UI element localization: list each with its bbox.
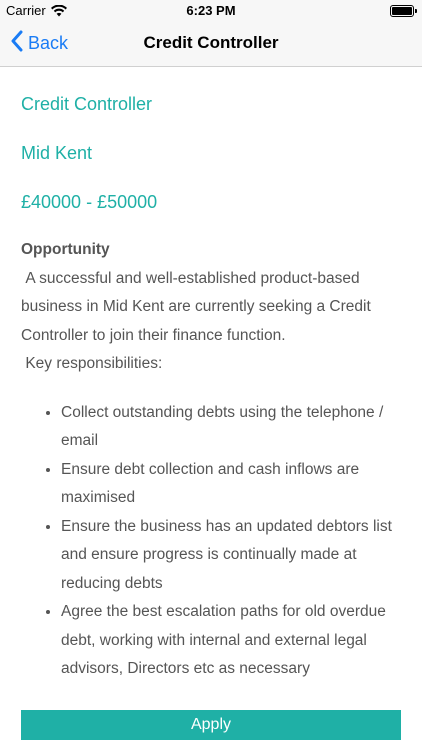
list-item: Agree the best escalation paths for old … [61,598,401,684]
list-item: Ensure debt collection and cash inflows … [61,456,401,513]
opportunity-heading: Opportunity [21,241,110,258]
job-location: Mid Kent [21,143,93,163]
job-title: Credit Controller [21,94,153,114]
job-salary: £40000 - £50000 [21,192,158,212]
list-item: Collect outstanding debts using the tele… [61,399,401,456]
apply-button[interactable]: Apply [21,710,401,740]
page-title: Credit Controller [143,33,279,52]
navigation-bar: Back Credit Controller [0,20,422,67]
job-detail-content[interactable]: Credit Controller Mid Kent £40000 - £500… [21,66,401,690]
job-description: Opportunity A successful and well-establ… [21,236,401,684]
battery-icon [390,5,417,17]
status-time: 6:23 PM [186,3,236,18]
status-bar: Carrier 6:23 PM [0,0,422,20]
responsibilities-list: Collect outstanding debts using the tele… [21,399,401,684]
responsibilities-heading: Key responsibilities: [21,355,163,372]
intro-paragraph: A successful and well-established produc… [21,269,376,344]
list-item: Ensure the business has an updated debto… [61,513,401,599]
